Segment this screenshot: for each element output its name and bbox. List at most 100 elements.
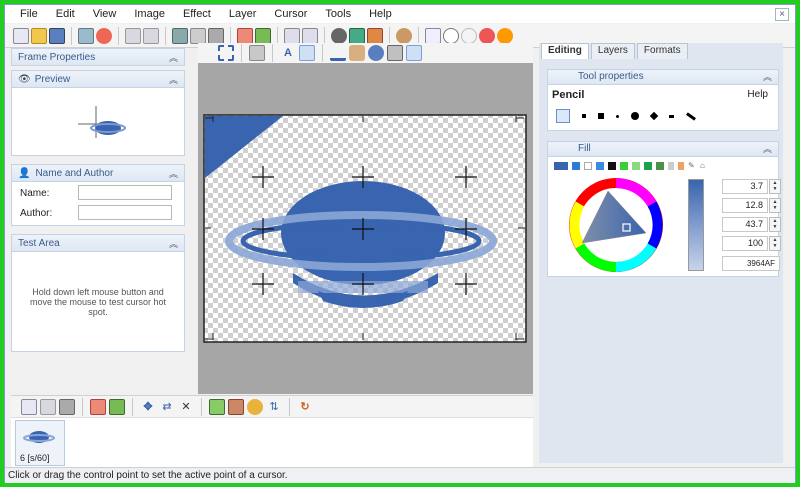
duplicate-frame-icon[interactable]: [255, 27, 271, 44]
hand-icon[interactable]: [284, 27, 300, 44]
open-icon[interactable]: [31, 27, 47, 44]
effects-icon[interactable]: [349, 27, 365, 44]
collapse-icon[interactable]: ︽: [169, 167, 178, 180]
cut-icon[interactable]: [172, 27, 188, 44]
collapse-icon[interactable]: ︽: [763, 70, 772, 84]
swatch-dark-green[interactable]: [644, 162, 652, 170]
import-icon[interactable]: [109, 398, 125, 415]
pencil-icon[interactable]: [299, 45, 315, 61]
color-mode-icon[interactable]: [331, 27, 347, 44]
menu-image[interactable]: Image: [125, 8, 174, 20]
user-icon[interactable]: [396, 27, 412, 44]
swatch-gray[interactable]: [668, 162, 674, 170]
alpha-spinner[interactable]: ▲ ▼: [769, 236, 781, 251]
target-icon[interactable]: [479, 27, 495, 44]
lightness-spinner[interactable]: ▲ ▼: [769, 217, 781, 232]
menu-edit[interactable]: Edit: [47, 8, 84, 20]
tab-formats[interactable]: Formats: [636, 43, 688, 59]
color-wheel[interactable]: [554, 175, 684, 275]
alpha-slider[interactable]: [688, 179, 704, 271]
frame-thumbnail[interactable]: 6 [s/60]: [15, 420, 65, 466]
frame-properties-header[interactable]: Frame Properties ︽: [11, 48, 185, 66]
test-area[interactable]: Hold down left mouse button and move the…: [11, 252, 185, 352]
brush-size-7[interactable]: [669, 114, 674, 118]
line-icon[interactable]: [330, 45, 346, 61]
collapse-icon[interactable]: ︽: [763, 142, 772, 156]
collapse-icon[interactable]: ︽: [169, 51, 178, 64]
brush-icon[interactable]: [367, 27, 383, 44]
delete-frame-icon[interactable]: ✕: [178, 399, 194, 415]
alpha-field[interactable]: 100: [722, 236, 768, 251]
brush-size-4[interactable]: [616, 114, 619, 118]
swatch-blue[interactable]: [572, 162, 580, 170]
add-frame-icon[interactable]: [21, 398, 37, 415]
hue-spinner[interactable]: ▲ ▼: [769, 179, 781, 194]
lightness-field[interactable]: 43.7: [722, 217, 768, 232]
preview-header[interactable]: 👁 Preview ︽: [11, 70, 185, 88]
paste-icon[interactable]: [190, 27, 206, 44]
brush-size-5[interactable]: [631, 112, 639, 120]
pointer-icon[interactable]: [302, 27, 318, 44]
swatch-current[interactable]: [554, 162, 568, 170]
menu-effect[interactable]: Effect: [174, 8, 220, 20]
hex-field[interactable]: 3964AF: [722, 256, 780, 271]
lock-icon[interactable]: ⌂: [700, 162, 708, 170]
sun-icon[interactable]: [497, 27, 513, 44]
select-icon[interactable]: [218, 45, 234, 61]
eyedropper-icon[interactable]: ✎: [688, 162, 696, 170]
swatch-olive[interactable]: [656, 162, 664, 170]
menu-cursor[interactable]: Cursor: [265, 8, 316, 20]
gear-icon[interactable]: [247, 398, 263, 415]
collapse-icon[interactable]: ︽: [169, 73, 178, 86]
undo-icon[interactable]: [125, 27, 141, 44]
test-area-header[interactable]: Test Area ︽: [11, 234, 185, 252]
eraser-icon[interactable]: [387, 45, 403, 61]
saturation-spinner[interactable]: ▲ ▼: [769, 198, 781, 213]
brush-tool-icon[interactable]: [249, 45, 265, 61]
move-left-icon[interactable]: ✥: [140, 399, 156, 415]
menu-view[interactable]: View: [84, 8, 126, 20]
tool-properties-header[interactable]: Tool properties ︽: [547, 69, 779, 85]
menu-file[interactable]: File: [11, 8, 47, 20]
author-field[interactable]: [78, 205, 172, 220]
help-button[interactable]: Help: [747, 89, 768, 100]
tab-editing[interactable]: Editing: [541, 43, 589, 59]
paste-frame-icon[interactable]: [59, 398, 75, 415]
menu-tools[interactable]: Tools: [316, 8, 360, 20]
animate-icon[interactable]: [209, 398, 225, 415]
swatch-light-blue[interactable]: [596, 162, 604, 170]
reverse-icon[interactable]: [228, 398, 244, 415]
insert-icon[interactable]: [90, 398, 106, 415]
brush-size-6[interactable]: [649, 111, 659, 121]
refresh-icon[interactable]: [461, 27, 477, 44]
brush-size-3[interactable]: [598, 113, 604, 119]
brush-size-1[interactable]: [556, 109, 570, 123]
edit-canvas[interactable]: [198, 63, 533, 394]
new-icon[interactable]: [13, 27, 29, 44]
name-author-header[interactable]: 👤 Name and Author ︽: [11, 164, 185, 182]
brush-size-2[interactable]: [582, 114, 586, 118]
collapse-icon[interactable]: ︽: [169, 237, 178, 250]
hue-field[interactable]: 3.7: [722, 179, 768, 194]
swatch-black[interactable]: [608, 162, 616, 170]
sound-icon[interactable]: [96, 27, 112, 44]
clock-icon[interactable]: [443, 27, 459, 44]
delete-icon[interactable]: [208, 27, 224, 44]
fill-header[interactable]: Fill ︽: [547, 141, 779, 157]
name-field[interactable]: [78, 185, 172, 200]
arrow-icon[interactable]: [425, 27, 441, 44]
sort-icon[interactable]: ⇅: [266, 399, 282, 415]
text-tool-icon[interactable]: A: [280, 45, 296, 61]
copy-icon[interactable]: [78, 27, 94, 44]
menu-help[interactable]: Help: [360, 8, 401, 20]
swatch-green[interactable]: [620, 162, 628, 170]
reload-icon[interactable]: ↻: [297, 399, 313, 415]
eyedropper-icon[interactable]: [368, 45, 384, 61]
swap-icon[interactable]: ⇄: [159, 399, 175, 415]
menu-layer[interactable]: Layer: [220, 8, 266, 20]
brush-size-8[interactable]: [686, 111, 696, 121]
swatch-light-green[interactable]: [632, 162, 640, 170]
insert-frame-icon[interactable]: [237, 27, 253, 44]
close-button[interactable]: ×: [775, 8, 789, 21]
tab-layers[interactable]: Layers: [590, 43, 635, 59]
